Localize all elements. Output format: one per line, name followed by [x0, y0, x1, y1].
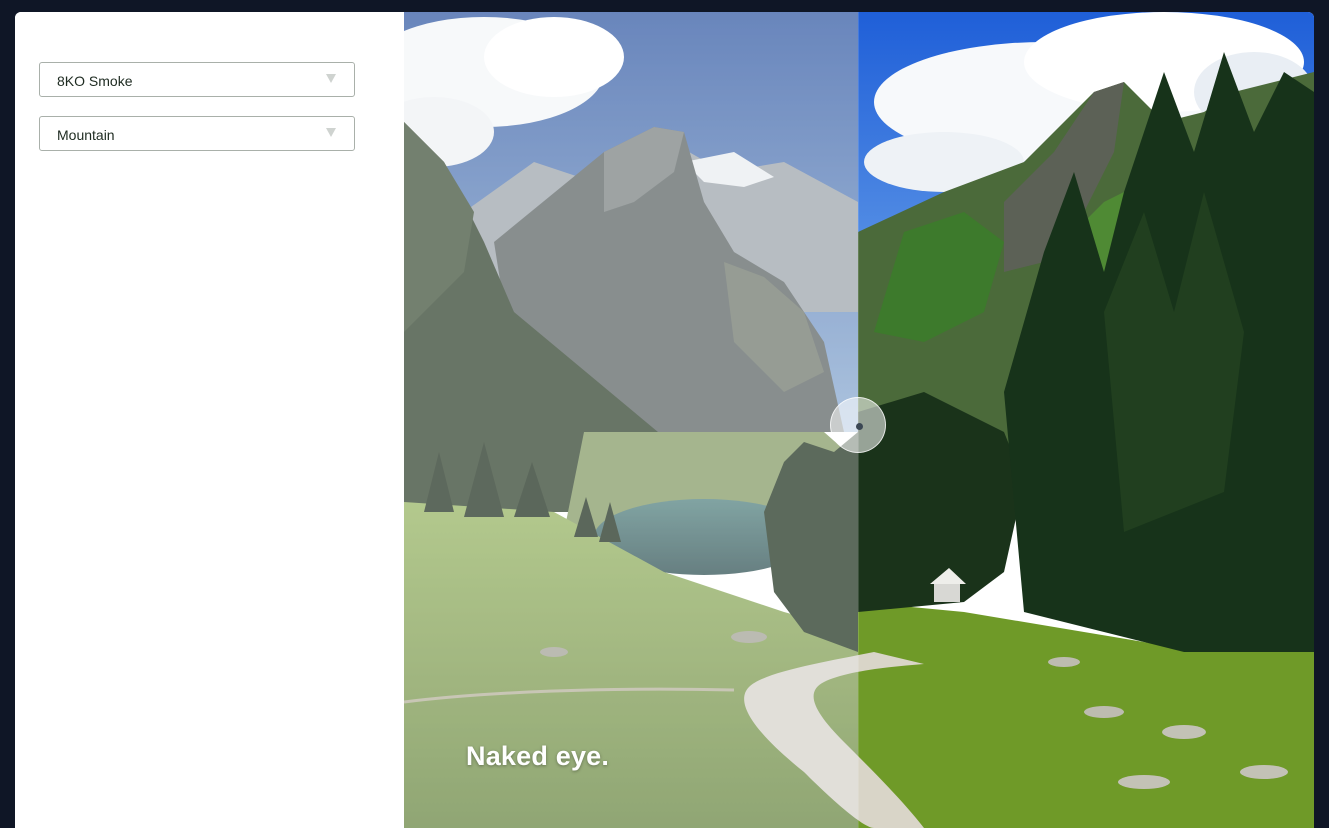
- triangle-down-icon: [326, 128, 336, 137]
- scene-select[interactable]: Mountain: [39, 116, 355, 151]
- caption-text: Naked eye.: [466, 741, 610, 771]
- app-window: 8KO Smoke Mountain Naked eye.: [15, 12, 1314, 828]
- scene-select-value: Mountain: [57, 127, 115, 143]
- filter-select[interactable]: 8KO Smoke: [39, 62, 355, 97]
- drag-handle-icon[interactable]: [830, 397, 886, 453]
- naked-eye-overlay: [404, 12, 858, 828]
- handle-dot: [856, 423, 863, 430]
- sidebar: 8KO Smoke Mountain: [15, 12, 404, 828]
- filter-select-value: 8KO Smoke: [57, 73, 133, 89]
- triangle-down-icon: [326, 74, 336, 83]
- comparison-viewer: Naked eye.: [404, 12, 1314, 828]
